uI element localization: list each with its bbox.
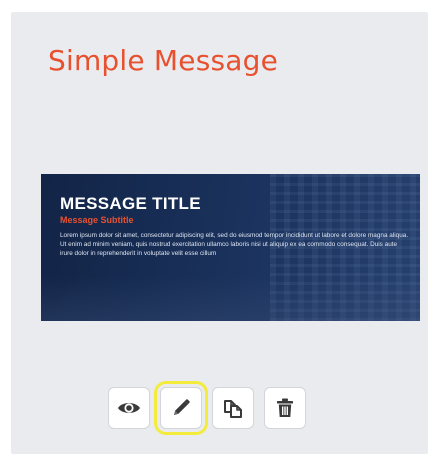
eye-icon — [117, 400, 141, 416]
card-title: Simple Message — [48, 44, 279, 77]
pencil-icon — [171, 398, 191, 418]
preview-overlay — [41, 276, 420, 321]
trash-icon — [276, 398, 294, 418]
preview-message-title: MESSAGE TITLE — [60, 194, 201, 213]
duplicate-button[interactable] — [212, 387, 254, 429]
duplicate-icon — [222, 397, 244, 419]
delete-button[interactable] — [264, 387, 306, 429]
edit-button[interactable] — [154, 381, 208, 435]
card-toolbar — [108, 381, 306, 435]
preview-button[interactable] — [108, 387, 150, 429]
message-preview[interactable]: MESSAGE TITLE Message Subtitle Lorem ips… — [41, 174, 420, 321]
preview-message-body: Lorem ipsum dolor sit amet, consectetur … — [60, 232, 409, 257]
preview-message-subtitle: Message Subtitle — [60, 215, 134, 225]
